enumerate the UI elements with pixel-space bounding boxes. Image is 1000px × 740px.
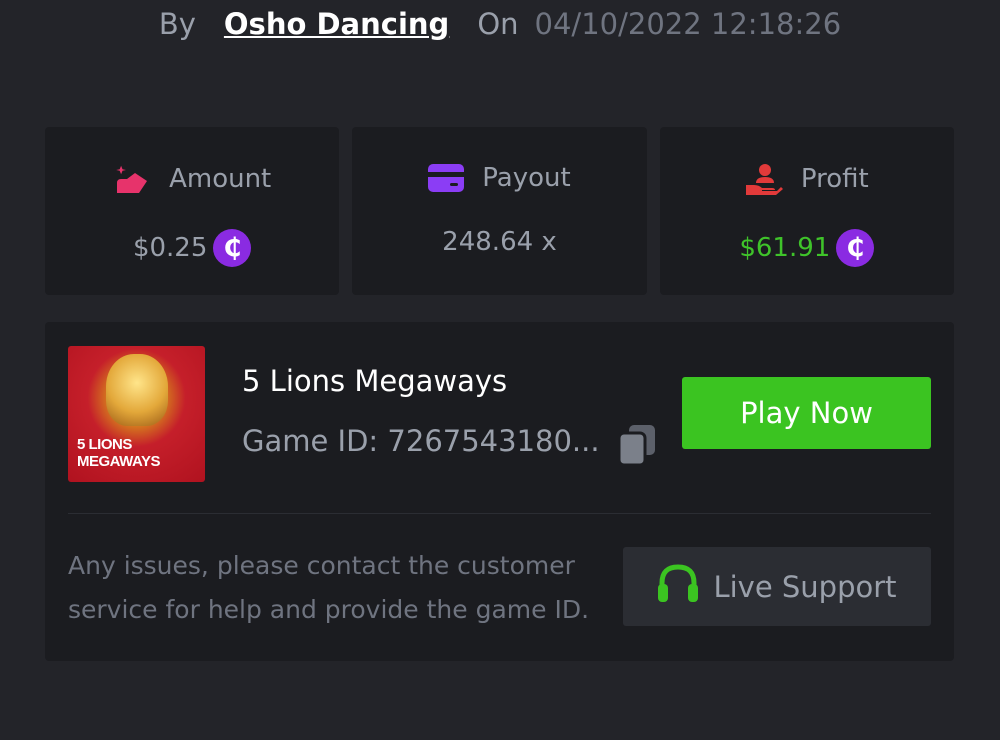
game-thumbnail-title: 5 LIONS MEGAWAYS (77, 436, 160, 470)
stat-payout-value-row: 248.64 x (442, 227, 557, 257)
thumbnail-title-line2: MEGAWAYS (77, 453, 160, 470)
live-support-button[interactable]: Live Support (623, 547, 931, 626)
by-label: By (158, 7, 196, 41)
bet-datetime: 04/10/2022 12:18:26 (534, 7, 842, 41)
play-now-button[interactable]: Play Now (682, 377, 931, 449)
lion-statue-image (106, 354, 168, 426)
coin-icon: ₵ (213, 229, 252, 267)
card-icon (428, 164, 465, 192)
coin-icon: ₵ (836, 229, 875, 267)
stat-payout-value: 248.64 x (442, 227, 557, 257)
bet-stats: Amount $0.25 ₵ Payout 248.64 x Profit $6… (45, 127, 954, 295)
stat-profit: Profit $61.91 ₵ (659, 127, 954, 295)
on-label: On (477, 7, 519, 41)
thumbnail-title-line1: 5 LIONS (77, 436, 132, 453)
stat-amount-header: Amount (113, 163, 271, 195)
amount-icon (113, 163, 151, 195)
hand-user-icon (745, 163, 783, 195)
support-help-text: Any issues, please contact the customer … (68, 551, 590, 624)
stat-profit-header: Profit (745, 163, 869, 195)
game-name: 5 Lions Megaways (242, 364, 508, 398)
game-card: 5 LIONS MEGAWAYS 5 Lions Megaways Game I… (45, 322, 954, 661)
divider (68, 513, 931, 514)
game-id: Game ID: 7267543180... (242, 424, 600, 458)
headset-icon (657, 563, 699, 610)
game-thumbnail[interactable]: 5 LIONS MEGAWAYS (68, 346, 205, 482)
stat-amount-value: $0.25 (132, 233, 208, 263)
stat-amount-value-row: $0.25 ₵ (132, 229, 252, 267)
stat-amount-label: Amount (169, 164, 272, 194)
copy-icon[interactable] (617, 425, 655, 467)
username-link[interactable]: Osho Dancing (224, 7, 449, 41)
stat-amount: Amount $0.25 ₵ (45, 127, 340, 295)
stat-profit-label: Profit (800, 164, 869, 194)
bet-byline: By Osho Dancing On 04/10/2022 12:18:26 (0, 2, 1000, 46)
stat-payout: Payout 248.64 x (352, 127, 647, 295)
stat-payout-label: Payout (482, 163, 571, 193)
live-support-label: Live Support (713, 569, 897, 604)
stat-profit-value: $61.91 (739, 233, 831, 263)
stat-profit-value-row: $61.91 ₵ (739, 229, 875, 267)
stat-payout-header: Payout (428, 163, 571, 193)
